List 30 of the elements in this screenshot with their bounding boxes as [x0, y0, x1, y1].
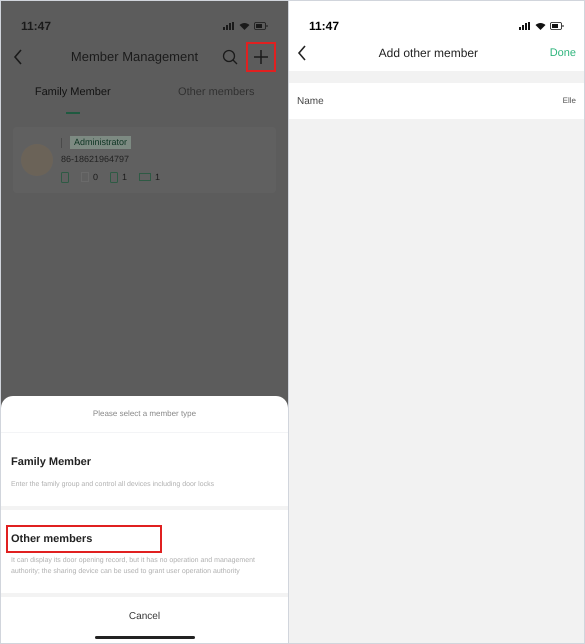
count: 0	[93, 170, 98, 184]
cancel-button[interactable]: Cancel	[112, 609, 176, 624]
battery-icon	[254, 22, 268, 30]
option-title: Family Member	[11, 455, 92, 470]
sheet-title: Please select a member type	[1, 396, 288, 433]
add-button[interactable]	[246, 42, 276, 72]
phone-icon	[61, 172, 69, 183]
search-icon[interactable]	[222, 49, 238, 65]
screen-title: Member Management	[70, 48, 200, 66]
member-card[interactable]: Administrator 86-18621964797 0 1 1	[13, 127, 276, 193]
wifi-icon	[535, 22, 546, 30]
status-time: 11:47	[21, 18, 52, 35]
status-time: 11:47	[309, 18, 340, 35]
card-icon	[110, 172, 118, 183]
phone-number: 86-18621964797	[61, 153, 130, 166]
count: 1	[122, 170, 128, 184]
signal-icon	[519, 22, 531, 30]
option-title: Other members	[8, 526, 160, 551]
form-row[interactable]: Name Elle	[289, 83, 584, 119]
id-card-icon	[139, 172, 152, 183]
back-icon[interactable]	[297, 45, 307, 61]
battery-icon	[550, 22, 564, 30]
count: 1	[155, 170, 160, 184]
wifi-icon	[239, 22, 250, 30]
plus-icon	[254, 50, 268, 64]
screen-title: Add other member	[378, 45, 480, 62]
signal-icon	[223, 22, 235, 30]
role-badge: Administrator	[70, 136, 132, 150]
field-value: Elle	[562, 95, 576, 107]
field-label: Name	[297, 94, 324, 108]
